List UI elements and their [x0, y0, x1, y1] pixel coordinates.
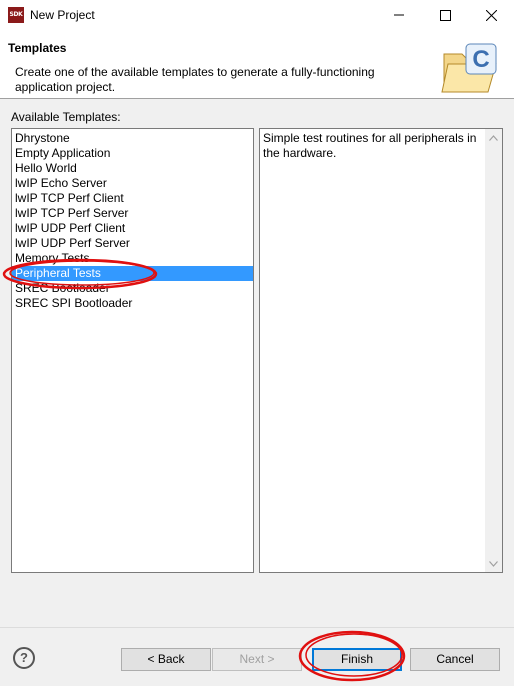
template-list[interactable]: Dhrystone Empty Application Hello World … [11, 128, 254, 573]
window-title: New Project [30, 8, 95, 22]
folder-c-project-icon: C [441, 43, 497, 93]
template-item[interactable]: Dhrystone [12, 131, 253, 146]
page-description: Create one of the available templates to… [15, 65, 375, 94]
chevron-down-icon [489, 560, 498, 567]
maximize-button[interactable] [422, 0, 468, 30]
next-button[interactable]: Next > [212, 648, 302, 671]
available-templates-label: Available Templates: [11, 110, 121, 124]
svg-text:C: C [472, 46, 489, 73]
page-title: Templates [8, 41, 67, 55]
minimize-button[interactable] [376, 0, 422, 30]
template-item[interactable]: lwIP Echo Server [12, 176, 253, 191]
scroll-up-button[interactable] [485, 129, 502, 146]
help-icon[interactable]: ? [13, 647, 35, 669]
footer-separator [0, 627, 514, 628]
scroll-down-button[interactable] [485, 555, 502, 572]
finish-button[interactable]: Finish [312, 648, 402, 671]
sdk-app-icon: SDK [8, 7, 24, 23]
minimize-icon [394, 14, 404, 16]
template-description: Simple test routines for all peripherals… [263, 131, 477, 160]
template-item[interactable]: Memory Tests [12, 251, 253, 266]
template-item[interactable]: lwIP UDP Perf Server [12, 236, 253, 251]
template-item[interactable]: Empty Application [12, 146, 253, 161]
template-item[interactable]: lwIP UDP Perf Client [12, 221, 253, 236]
title-bar: SDK New Project [0, 0, 514, 30]
template-item[interactable]: SREC SPI Bootloader [12, 296, 253, 311]
back-button[interactable]: < Back [121, 648, 211, 671]
template-item[interactable]: lwIP TCP Perf Client [12, 191, 253, 206]
header-separator [0, 98, 514, 99]
close-icon [485, 9, 497, 21]
template-item[interactable]: lwIP TCP Perf Server [12, 206, 253, 221]
wizard-header: Templates Create one of the available te… [0, 30, 514, 98]
chevron-up-icon [489, 134, 498, 141]
close-button[interactable] [468, 0, 514, 30]
cancel-button[interactable]: Cancel [410, 648, 500, 671]
template-item[interactable]: Hello World [12, 161, 253, 176]
maximize-icon [439, 9, 451, 21]
template-item[interactable]: SREC Bootloader [12, 281, 253, 296]
template-description-panel: Simple test routines for all peripherals… [259, 128, 503, 573]
description-scrollbar[interactable] [485, 129, 502, 572]
template-item-selected[interactable]: Peripheral Tests [12, 266, 253, 281]
